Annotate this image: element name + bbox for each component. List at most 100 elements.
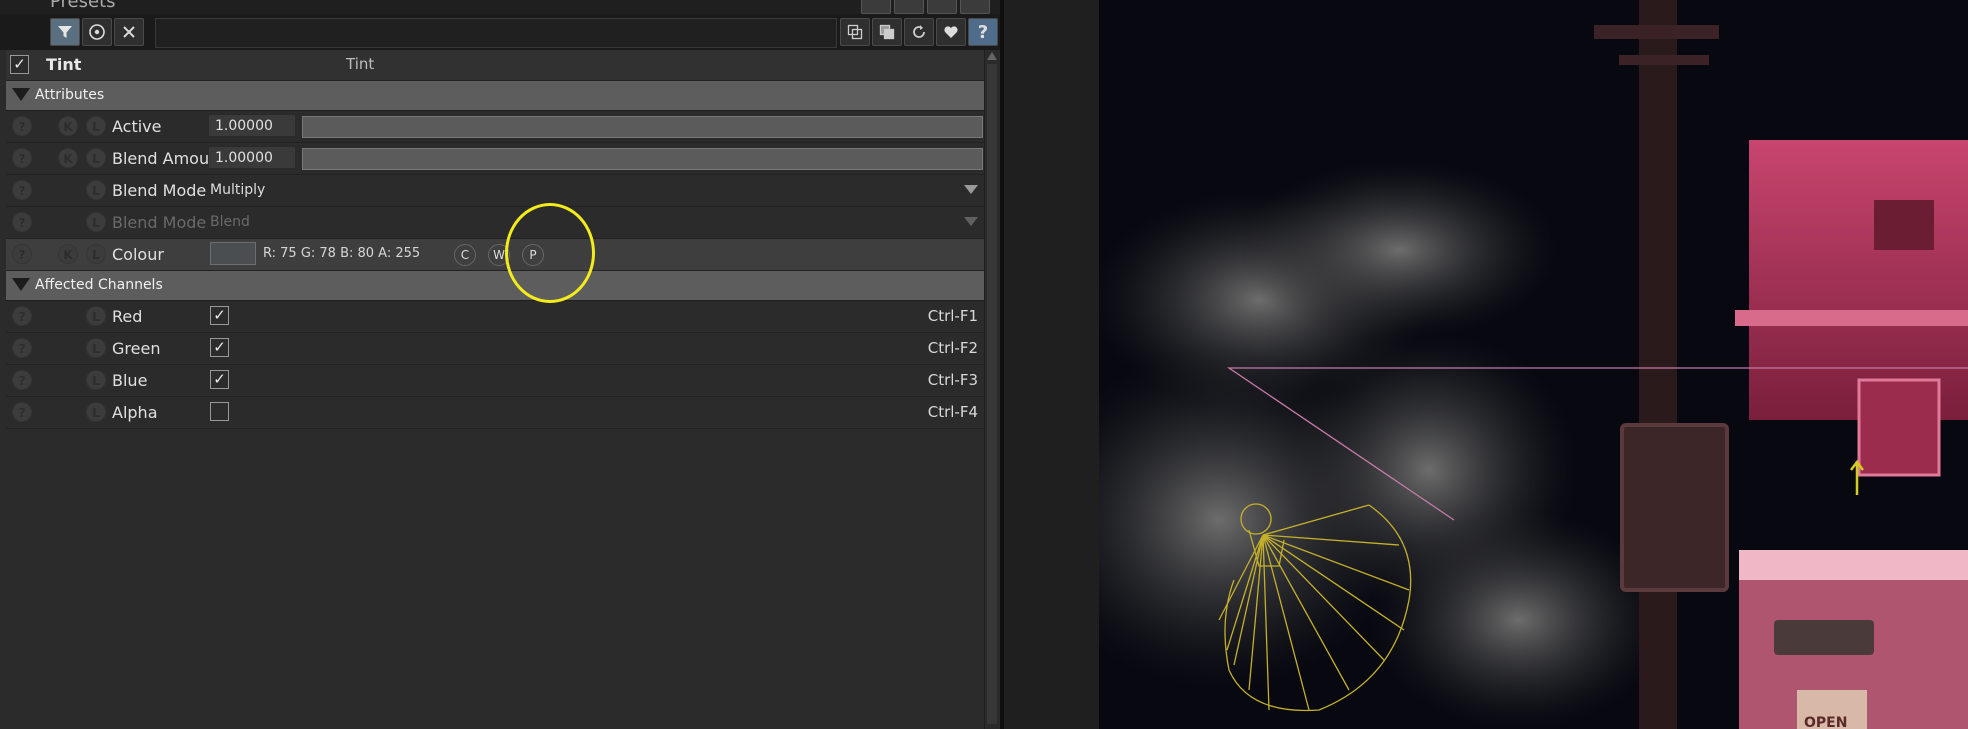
chevron-down-icon[interactable] — [964, 217, 978, 226]
copy-icon — [847, 24, 863, 40]
section-affected-channels[interactable]: Affected Channels — [6, 271, 984, 301]
collapse-triangle-icon[interactable] — [12, 278, 30, 291]
help-icon[interactable]: ? — [12, 148, 32, 168]
presets-reload-button[interactable] — [960, 0, 990, 14]
filter-button[interactable] — [50, 18, 80, 46]
colour-picker-button[interactable]: P — [522, 244, 544, 266]
channel-label: Blue — [112, 371, 148, 390]
target-icon — [89, 24, 105, 40]
blend-mode-colour-select[interactable]: Multiply — [210, 182, 265, 198]
help-icon[interactable]: ? — [12, 338, 32, 358]
colour-swatch[interactable] — [210, 242, 256, 265]
keyframe-icon[interactable]: K — [58, 244, 78, 264]
favourite-button[interactable] — [936, 18, 966, 46]
help-button[interactable]: ? — [968, 18, 998, 46]
scene-render: OPEN — [1099, 0, 1968, 729]
keyframe-icon[interactable]: K — [58, 116, 78, 136]
channel-row-red: ? L Red ✓ Ctrl-F1 — [6, 301, 984, 333]
link-icon[interactable]: L — [86, 148, 106, 168]
property-list: ✓ Tint Tint Attributes ? K L Active 1.00… — [6, 50, 984, 429]
node-enabled-checkbox[interactable]: ✓ — [10, 55, 29, 74]
property-label: Active — [112, 117, 162, 136]
help-icon[interactable]: ? — [12, 180, 32, 200]
keyframe-icon[interactable]: K — [58, 148, 78, 168]
paste-button[interactable] — [872, 18, 902, 46]
section-attributes[interactable]: Attributes — [6, 81, 984, 111]
shortcut-label: Ctrl-F4 — [927, 403, 978, 421]
alpha-checkbox[interactable] — [210, 402, 229, 421]
help-icon[interactable]: ? — [12, 370, 32, 390]
blend-mode-alpha-select[interactable]: Blend — [210, 214, 250, 230]
scroll-up-icon[interactable] — [987, 52, 997, 60]
clear-button[interactable] — [114, 18, 144, 46]
green-checkbox[interactable]: ✓ — [210, 338, 229, 357]
target-button[interactable] — [82, 18, 112, 46]
shop-sign — [1774, 620, 1874, 655]
presets-bar: Presets — [0, 0, 1000, 14]
scene-viewport[interactable]: OPEN — [1099, 0, 1968, 729]
paste-icon — [879, 24, 895, 40]
node-type: Tint — [346, 55, 375, 73]
channel-row-green: ? L Green ✓ Ctrl-F2 — [6, 333, 984, 365]
viewport-margin — [1004, 0, 1099, 729]
blend-amount-value-field[interactable]: 1.00000 — [208, 146, 296, 169]
presets-more-button[interactable] — [927, 0, 957, 14]
help-icon[interactable]: ? — [12, 402, 32, 422]
property-row-blend-mode-colour[interactable]: ? L Blend Mode ( Multiply — [6, 175, 984, 207]
colour-w-button[interactable]: W — [488, 244, 510, 266]
link-icon[interactable]: L — [86, 180, 106, 200]
property-row-colour: ? K L Colour R: 75 G: 78 B: 80 A: 255 C … — [6, 239, 984, 271]
shop-awning — [1739, 550, 1968, 580]
link-icon[interactable]: L — [86, 370, 106, 390]
colour-c-button[interactable]: C — [454, 244, 476, 266]
property-row-active: ? K L Active 1.00000 — [6, 111, 984, 143]
property-row-blend-amount: ? K L Blend Amour 1.00000 — [6, 143, 984, 175]
refresh-icon — [913, 25, 925, 38]
link-icon[interactable]: L — [86, 306, 106, 326]
node-header: ✓ Tint Tint — [6, 50, 984, 81]
heart-icon — [944, 26, 958, 38]
presets-title: Presets — [50, 0, 116, 12]
property-label: Blend Amour — [112, 149, 212, 168]
active-slider[interactable] — [302, 116, 983, 138]
presets-add-button[interactable] — [894, 0, 924, 14]
link-icon[interactable]: L — [86, 244, 106, 264]
properties-panel: Presets ? ✓ Tint Tint Attributes ? K L A… — [0, 0, 1000, 729]
shortcut-label: Ctrl-F1 — [927, 307, 978, 325]
copy-button[interactable] — [840, 18, 870, 46]
help-icon[interactable]: ? — [12, 116, 32, 136]
collapse-triangle-icon[interactable] — [12, 88, 30, 101]
building-window — [1874, 200, 1934, 250]
property-row-blend-mode-alpha[interactable]: ? L Blend Mode ( Blend — [6, 207, 984, 239]
property-label: Colour — [112, 245, 164, 264]
active-value-field[interactable]: 1.00000 — [208, 114, 296, 137]
colour-rgba-readout: R: 75 G: 78 B: 80 A: 255 — [263, 246, 421, 261]
property-label: Blend Mode ( — [112, 213, 212, 232]
presets-buttons — [861, 0, 990, 14]
pole-crossbar — [1619, 55, 1709, 65]
chevron-down-icon[interactable] — [964, 185, 978, 194]
red-checkbox[interactable]: ✓ — [210, 306, 229, 325]
help-icon[interactable]: ? — [12, 306, 32, 326]
link-icon[interactable]: L — [86, 116, 106, 136]
reset-button[interactable] — [904, 18, 934, 46]
help-icon[interactable]: ? — [12, 244, 32, 264]
link-icon[interactable]: L — [86, 212, 106, 232]
channel-row-alpha: ? L Alpha Ctrl-F4 — [6, 397, 984, 429]
building-window — [1857, 378, 1941, 477]
search-input[interactable] — [155, 18, 837, 48]
property-scrollbar[interactable] — [984, 50, 999, 729]
filter-icon — [58, 26, 72, 38]
blue-checkbox[interactable]: ✓ — [210, 370, 229, 389]
close-icon — [123, 26, 135, 38]
link-icon[interactable]: L — [86, 338, 106, 358]
open-sign-text: OPEN — [1804, 715, 1847, 729]
blend-amount-slider[interactable] — [302, 148, 983, 170]
scrollbar-thumb[interactable] — [987, 64, 997, 724]
cloud-shape — [1239, 160, 1559, 340]
presets-dropdown-button[interactable] — [861, 0, 891, 14]
link-icon[interactable]: L — [86, 402, 106, 422]
channel-label: Green — [112, 339, 161, 358]
help-icon[interactable]: ? — [12, 212, 32, 232]
building-ledge — [1735, 310, 1968, 326]
